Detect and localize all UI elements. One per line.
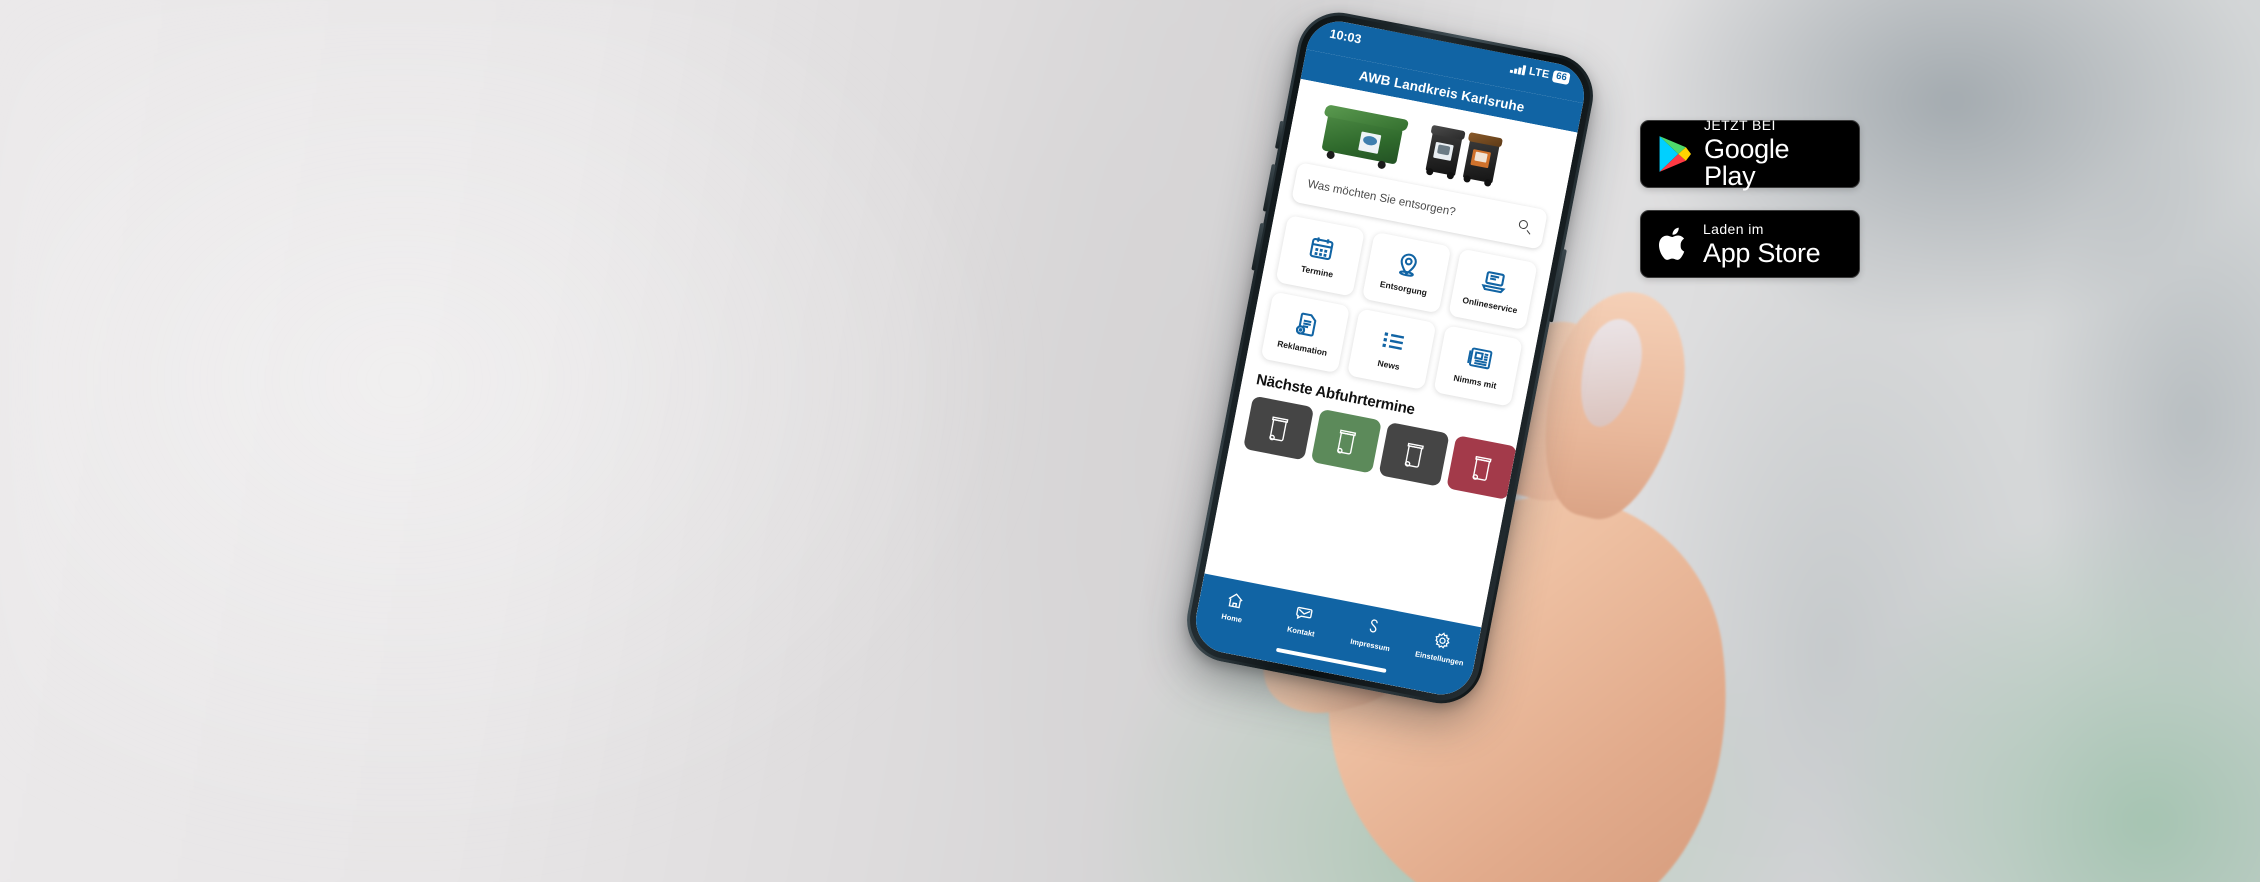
app-store-badge[interactable]: Laden im App Store bbox=[1640, 210, 1860, 278]
screenshot-stage: 10:03 LTE 66 AWB Landkreis Karlsruhe Was… bbox=[0, 0, 2260, 882]
battery-indicator: 66 bbox=[1552, 70, 1571, 85]
tile-label: Entsorgung bbox=[1379, 278, 1428, 298]
tab-kontakt[interactable]: Kontakt bbox=[1270, 599, 1337, 642]
tile-reklamation[interactable]: Reklamation bbox=[1260, 291, 1351, 374]
black-bin-gray-lid bbox=[1423, 121, 1467, 180]
tile-label: Nimms mit bbox=[1452, 372, 1498, 391]
black-bin-brown-lid bbox=[1460, 128, 1504, 188]
large-green-container bbox=[1317, 98, 1410, 170]
bin-card-other[interactable] bbox=[1446, 435, 1518, 500]
tile-label: Termine bbox=[1300, 263, 1335, 280]
badge-line2: Google Play bbox=[1704, 134, 1790, 191]
bin-card-residual[interactable] bbox=[1243, 395, 1315, 461]
apple-icon bbox=[1659, 227, 1685, 260]
tile-nimms-mit[interactable]: Nimms mit bbox=[1433, 325, 1523, 407]
google-play-icon bbox=[1659, 136, 1691, 172]
google-play-badge[interactable]: JETZT BEI Google Play bbox=[1640, 118, 1860, 190]
gear-icon bbox=[1432, 630, 1454, 652]
document-error-icon bbox=[1292, 309, 1322, 339]
tab-label: Impressum bbox=[1349, 636, 1391, 654]
tab-impressum[interactable]: Impressum bbox=[1339, 612, 1406, 655]
list-icon bbox=[1378, 326, 1408, 356]
signal-bars-icon bbox=[1510, 63, 1527, 76]
status-indicators: LTE 66 bbox=[1510, 62, 1571, 85]
badge-line1: Laden im bbox=[1703, 220, 1764, 237]
store-badges: JETZT BEI Google Play Laden im App Store bbox=[1640, 118, 1860, 300]
badge-text: Laden im App Store bbox=[1703, 220, 1821, 268]
tile-onlineservice[interactable]: Onlineservice bbox=[1448, 248, 1538, 331]
tab-home[interactable]: Home bbox=[1200, 585, 1267, 628]
paragraph-icon bbox=[1362, 616, 1384, 638]
phone-message-icon bbox=[1293, 603, 1315, 625]
badge-line1: JETZT BEI bbox=[1704, 117, 1776, 133]
tab-label: Kontakt bbox=[1286, 624, 1316, 639]
bin-card-paper[interactable] bbox=[1378, 421, 1450, 487]
home-icon bbox=[1224, 589, 1246, 611]
bin-card-organic[interactable] bbox=[1310, 408, 1382, 474]
tile-label: News bbox=[1376, 357, 1401, 372]
tile-news[interactable]: News bbox=[1346, 308, 1437, 390]
status-time: 10:03 bbox=[1328, 26, 1363, 47]
background-highlight bbox=[0, 0, 2260, 882]
network-label: LTE bbox=[1527, 65, 1551, 82]
laptop-icon bbox=[1479, 266, 1509, 296]
search-icon[interactable] bbox=[1517, 219, 1532, 234]
tile-label: Reklamation bbox=[1276, 338, 1329, 358]
tab-einstellungen[interactable]: Einstellungen bbox=[1408, 626, 1475, 669]
tile-termine[interactable]: Termine bbox=[1275, 214, 1365, 297]
map-pin-icon bbox=[1393, 250, 1423, 280]
tab-label: Home bbox=[1220, 611, 1243, 625]
badge-text: JETZT BEI Google Play bbox=[1704, 118, 1843, 190]
tile-label: Onlineservice bbox=[1461, 294, 1519, 316]
badge-line2: App Store bbox=[1703, 237, 1821, 268]
tile-entsorgung[interactable]: Entsorgung bbox=[1361, 231, 1452, 314]
calendar-icon bbox=[1307, 233, 1337, 263]
tab-label: Einstellungen bbox=[1414, 649, 1465, 668]
newspaper-icon bbox=[1464, 343, 1494, 373]
